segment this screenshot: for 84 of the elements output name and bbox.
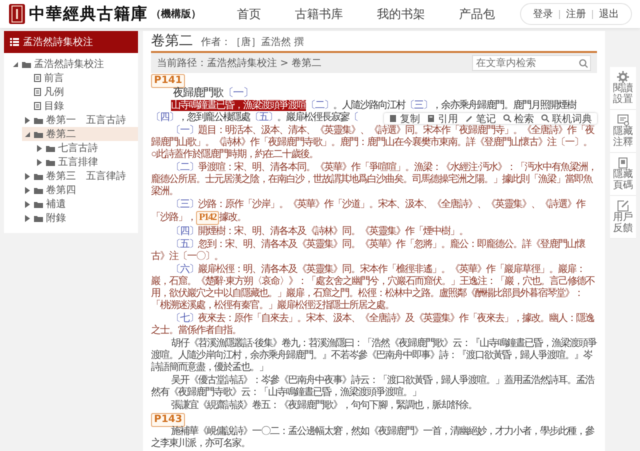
note-ref[interactable]: 〔二〕: [306, 100, 333, 111]
note-ref[interactable]: 〔四〕: [171, 226, 198, 237]
tree-item[interactable]: 卷第四: [22, 183, 138, 197]
nav-link[interactable]: 首页: [237, 6, 261, 22]
note-ref[interactable]: 〔三〕: [171, 199, 198, 210]
tree-item[interactable]: 卷第二: [22, 127, 138, 141]
note-ref[interactable]: 〔三〕: [405, 100, 432, 111]
quote-icon: [427, 114, 436, 123]
account-link[interactable]: 注册: [566, 7, 586, 21]
document-icon: [34, 74, 41, 82]
annotation: 〔四〕開煙樹：宋、明、清各本及《詩林》同。《英靈集》作「煙中樹」。: [170, 226, 469, 238]
chapter-title: 卷第二: [151, 32, 193, 50]
commentary: 張謙宜《絸齋詩談》卷五：《夜歸鹿門歌》，句句下腳，緊調也，脈却舒徐。: [170, 400, 478, 412]
tree-item[interactable]: 前言: [22, 71, 138, 85]
gear-icon: [617, 71, 629, 83]
search-icon: [541, 114, 550, 123]
book-logo-icon: [8, 3, 26, 25]
folder-icon: [22, 60, 31, 68]
tree-item[interactable]: 附錄: [22, 211, 138, 225]
toolbar-button[interactable]: 复制: [389, 112, 420, 126]
tree-item[interactable]: 目錄: [22, 99, 138, 113]
toolbar-button[interactable]: 联机词典: [541, 112, 592, 126]
breadcrumb: 当前路径：孟浩然詩集校注 > 卷第二: [157, 56, 322, 70]
tree-item[interactable]: 補遺: [22, 197, 138, 211]
annotation: 〔六〕巖扉松徑：明、清各本及《英靈集》同。宋本作「樵徑非遙」。《英華》作「巖扉草徑」。巖扉：巖，石窟。《楚辭·東方朔〈哀命〉》：「處玄舍之幽門兮，穴巖石而窟伏。」王逸注：「巖，穴也。言己修德不用，欲伏巖穴之中以自隱藏也。」巖扉，石窟之門。松徑：松林中之路。盧照鄰《酬楊比部員外暮宿琴堂》：「桃溯迷溪處，松徑有秦官。」巖扉松徑泛指隱士所居之處。: [151, 264, 596, 312]
edition-label: （機構版）: [151, 8, 201, 21]
nav-link[interactable]: 古籍书库: [295, 6, 343, 22]
annotation: 〔七〕夜來去：原作「自來去」。宋本、汲本、《全唐詩》及《英靈集》作「夜來去」，據改。幽人：隱逸之士。當係作者自指。: [151, 313, 596, 337]
edit-icon: [617, 200, 629, 212]
tree-item[interactable]: 孟浩然詩集校注: [10, 57, 138, 71]
page-badge: P143: [151, 413, 186, 427]
toolbar-button[interactable]: 检索: [503, 112, 534, 126]
annotation: 〔一〕題目：明活本、汲本、清本、《英靈集》、《詩選》同。宋本作「夜歸鹿門寺」。《全唐詩》作「夜歸鹿門山歌」。《詩林》作「夜歸鹿門寺歌」。鹿門：鹿門山在今襄樊市東南。詳《登鹿門山懷古》注〔一〕。○此詩蓋作於隱鹿門時期，約在二十歲後。: [151, 125, 596, 161]
search-icon: [579, 59, 588, 68]
tree-item[interactable]: 卷第一 五言古詩: [22, 113, 138, 127]
tree-item[interactable]: 卷第三 五言律詩: [22, 169, 138, 183]
sidebar-title: 孟浩然詩集校注: [23, 36, 93, 49]
account-link[interactable]: 退出: [599, 7, 619, 21]
tool-button[interactable]: 隱藏頁碼: [610, 153, 636, 196]
tree-item[interactable]: 五言排律: [34, 155, 138, 169]
toolbar-button[interactable]: 引用: [427, 112, 458, 126]
author-label: 作者：［唐］孟浩然 撰: [201, 36, 304, 49]
tool-button[interactable]: 隱藏注釋: [610, 110, 636, 153]
note-ref[interactable]: 〔一〕: [223, 87, 253, 99]
annotation: 〔三〕沙路：原作「沙岸」。《英華》作「沙道」。宋本、汲本、《全唐詩》、《英靈集》、《詩選》作「沙路」， P142 據改。: [151, 199, 586, 225]
pencil-icon: [465, 114, 474, 123]
toolbar-button[interactable]: 笔记: [465, 112, 496, 126]
commentary: 胡仔《苕溪漁隱叢話·後集》卷九：苕溪漁隱曰：「浩然《夜歸鹿門歌》云：『山寺鳴鐘晝已昏，漁梁渡頭爭渡喧。人隨沙岸向江村，余亦乘舟歸鹿門。』不若岑參《巴南舟中即事》詩：『渡口欲黃昏，歸人爭渡喧。』岑詩語簡而意盡，優於孟也。」: [151, 338, 597, 374]
tool-button[interactable]: 閱讀設置: [610, 67, 636, 110]
selected-text: 山寺鳴鐘晝已昏，漁梁渡頭爭渡喧: [171, 100, 306, 111]
search-field[interactable]: 在文章内检索: [472, 55, 591, 71]
page-icon: [617, 157, 629, 169]
comment-icon: [617, 114, 629, 126]
tool-button[interactable]: 用戶反饋: [610, 196, 636, 239]
search-icon: [503, 114, 512, 123]
note-ref[interactable]: 〔二〕: [171, 162, 198, 173]
tree-item[interactable]: 七言古詩: [34, 141, 138, 155]
note-ref[interactable]: 〔五〕: [171, 239, 198, 250]
nav-link[interactable]: 我的书架: [377, 6, 425, 22]
note-ref[interactable]: 〔一〕: [171, 125, 198, 136]
collapse-icon[interactable]: [24, 130, 31, 138]
note-ref[interactable]: 〔七〕: [171, 313, 198, 324]
collapse-icon[interactable]: [12, 60, 19, 68]
page-badge: P142: [196, 211, 220, 225]
note-ref[interactable]: 〔: [349, 112, 358, 123]
list-icon: [10, 38, 19, 46]
page-badge: P141: [151, 74, 186, 88]
document-icon: [34, 88, 41, 96]
note-ref[interactable]: 〔六〕: [171, 264, 198, 275]
annotation: 〔二〕爭渡喧：宋、明、清各本同。《英華》作「爭喧喧」。漁梁：《水經注·沔水》：「沔水中有魚梁洲，龐德公所居。士元居漢之陰，在南白沙，世故謂其地爲白沙曲矣。司馬德操宅洲之陽。」據此則「漁梁」當即魚梁洲。: [151, 162, 597, 198]
annotation: 〔五〕忽到：宋、明、清各本及《英靈集》同。《英華》作「忽將」。龐公：即龐德公。詳《登鹿門山懷古》注〔一〇〕。: [151, 239, 586, 263]
nav-link[interactable]: 产品包: [459, 6, 495, 22]
site-title: 中華經典古籍庫: [29, 4, 148, 24]
note-ref[interactable]: 〔四〕: [151, 112, 178, 123]
commentary: 施補華《峴傭說詩》一〇二：孟公邊幅太窘，然如《夜歸鹿門》一首，清幽絕妙，才力小者，學步此種，參之李東川派，亦可名家。: [151, 426, 596, 450]
note-ref[interactable]: 〔五〕: [250, 112, 277, 123]
poem-title: 夜歸鹿門歌〔一〕: [172, 87, 254, 99]
tree-item[interactable]: 凡例: [22, 85, 138, 99]
commentary: 吴开《優古堂詩話》：岑參《巴南舟中夜事》詩云：「渡口欲黃昏，歸人爭渡喧。」蓋用孟浩然詩耳。孟浩然有《夜歸鹿門寺歌》云：「山寺鳴鐘晝已昏，漁梁渡頭爭渡喧。」: [151, 375, 596, 399]
account-link[interactable]: 登录: [533, 7, 553, 21]
reading-panel: 卷第二 作者：［唐］孟浩然 撰 当前路径：孟浩然詩集校注 > 卷第二 在文章内检索 P141 夜歸鹿門歌〔一〕 山寺鳴鐘晝已昏，漁梁渡頭爭渡喧〔二〕。人隨沙路向江村〔三〕，余亦乘舟歸鹿門。鹿門月照開煙樹 〔四〕，忽到龐公棲隱處〔五〕。巖扉松徑長寂寥〔 复制 引用 笔记 检索 联机词典 〔一〕題目：明活本、汲本、清本、《英靈集》、《詩選》同。宋本作「夜歸鹿門寺」。《全唐詩》作「夜歸鹿門山歌」。《詩林》作「夜歸鹿門寺歌」。鹿門：鹿門山在今襄樊市東南。詳《登鹿門山懷古》注〔一〕。○此詩蓋作於隱鹿門時期，約在二十歲後。 〔二〕爭渡喧：宋、明、清各本同。《英華》作「爭喧喧」。漁梁：《水經注·沔水》：「沔水中有魚梁洲，龐德公所居。士元居漢之陰，在南白沙，世故謂其地爲白沙曲矣。司馬德操宅洲之陽。」據此則「漁梁」當即魚梁洲。 〔三〕沙路：原作「沙岸」。《英華》作「沙道」。宋本、汲本、《全唐詩》、《英靈集》、《詩選》作「沙路」， P142 據改。 〔四〕開煙樹：宋、明、清各本及《詩林》同。《英靈集》作「煙中樹」。 〔五〕忽到：宋、明、清各本及《英靈集》同。《英華》作「忽將」。龐公：即龐德公。詳《登鹿門山懷古》注〔一〇〕。 〔六〕巖扉松徑：明、清各本及《英靈集》同。宋本作「樵徑非遙」。《英華》作「巖扉草徑」。巖扉：巖，石窟。《楚辭·東方朔〈哀命〉》：「處玄舍之幽門兮，穴巖石而窟伏。」王逸注：「巖，穴也。言己修德不用，欲伏巖穴之中以自隱藏也。」巖扉，石窟之門。松徑：松林中之路。盧照鄰《酬楊比部員外暮宿琴堂》：「桃溯迷溪處，松徑有秦官。」巖扉松徑泛指隱士所居之處。 〔七〕夜來去：原作「自來去」。宋本、汲本、《全唐詩》及《英靈集》作「夜來去」，據改。幽人：隱逸之士。當係作者自指。 胡仔《苕溪漁隱叢話·後集》卷九：苕溪漁隱曰：「浩然《夜歸鹿門歌》云：『山寺鳴鐘晝已昏，漁梁渡頭爭渡喧。人隨沙岸向江村，余亦乘舟歸鹿門。』不若岑參《巴南舟中即事》詩：『渡口欲黃昏，歸人爭渡喧。』岑詩語簡而意盡，優於孟也。」 吴开《優古堂詩話》：岑參《巴南舟中夜事》詩云：「渡口欲黃昏，歸人爭渡喧。」蓋用孟浩然詩耳。孟浩然有《夜歸鹿門寺歌》云：「山寺鳴鐘晝已昏，漁梁渡頭爭渡喧。」 張謙宜《絸齋詩談》卷五：《夜歸鹿門歌》，句句下腳，緊調也，脈却舒徐。 P143 施補華《峴傭說詩》一〇二：孟公邊幅太窘，然如《夜歸鹿門》一首，清幽絕妙，才力小者，學步此種，參之李東川派，亦可名家。: [143, 31, 605, 451]
expand-icon[interactable]: [24, 116, 31, 124]
document-icon: [34, 102, 41, 110]
copy-icon: [389, 114, 398, 123]
